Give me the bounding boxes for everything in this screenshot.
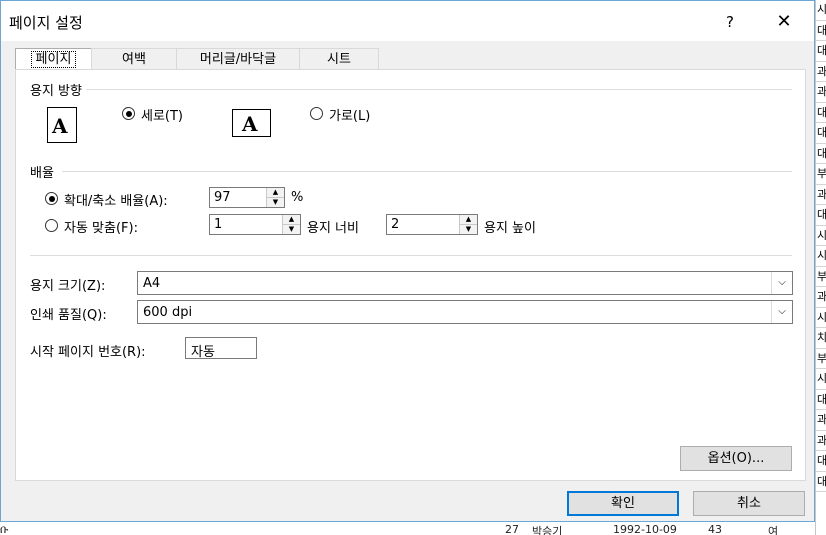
- sheet-cell: 대: [816, 41, 826, 62]
- print-quality-select[interactable]: 600 dpi ⌵: [137, 300, 793, 324]
- spinner-value: 97: [214, 190, 231, 205]
- first-page-number-input[interactable]: 자동: [185, 337, 257, 360]
- print-quality-label: 인쇄 품질(Q):: [30, 308, 107, 323]
- sheet-cell: 과: [816, 431, 826, 451]
- group-divider: [86, 89, 792, 90]
- spinner-value: 2: [391, 217, 400, 232]
- tab-label: 시트: [327, 52, 351, 67]
- tab-margins[interactable]: 여백: [91, 48, 177, 69]
- pages-tall-label: 용지 높이: [484, 221, 536, 236]
- spin-down-icon[interactable]: ▼: [283, 225, 300, 234]
- spin-up-icon[interactable]: ▲: [460, 215, 477, 225]
- adjust-to-label[interactable]: 확대/축소 배율(A):: [64, 190, 168, 209]
- dialog-title: 페이지 설정: [9, 14, 83, 32]
- fit-to-label[interactable]: 자동 맞춤(F):: [64, 217, 138, 236]
- sheet-cell: ቡ: [0, 523, 9, 535]
- adjust-to-radio[interactable]: [45, 192, 58, 205]
- sheet-cell: 시: [816, 308, 826, 328]
- portrait-page-icon: A: [47, 107, 77, 143]
- sheet-cell: 대: [816, 451, 826, 472]
- landscape-radio[interactable]: [310, 107, 323, 120]
- group-divider: [30, 255, 792, 256]
- spinner-value: 1: [214, 217, 223, 232]
- select-value: A4: [143, 276, 161, 291]
- sheet-cell: 과: [816, 185, 826, 205]
- orientation-group-label: 용지 방향: [30, 80, 86, 99]
- tab-label: 머리글/바닥글: [199, 52, 277, 67]
- sheet-cell: 대: [816, 103, 826, 123]
- portrait-label[interactable]: 세로(T): [141, 105, 183, 124]
- background-sheet-row: ቡ 27 박승기 1992-10-09 43 여: [0, 522, 815, 535]
- background-sheet-column: 시대대과과대대대부과대시시부과시치부시대과과대대: [815, 0, 826, 535]
- tab-sheet[interactable]: 시트: [299, 48, 379, 69]
- sheet-cell: 대: [816, 144, 826, 164]
- group-divider: [62, 171, 792, 172]
- sheet-cell: 시: [816, 0, 826, 21]
- sheet-cell: 부: [816, 164, 826, 185]
- spin-up-icon[interactable]: ▲: [267, 188, 284, 198]
- sheet-cell: 부: [816, 349, 826, 369]
- sheet-cell: 부: [816, 267, 826, 287]
- sheet-cell: 대: [816, 21, 826, 41]
- sheet-cell: 1992-10-09: [613, 523, 677, 535]
- sheet-cell: 과: [816, 82, 826, 103]
- page-tab-panel: 용지 방향 A 세로(T) A 가로(L) 배율 확대/축소 배율(A): 97…: [15, 69, 806, 481]
- landscape-label[interactable]: 가로(L): [329, 105, 370, 124]
- sheet-cell: 대: [816, 205, 826, 226]
- adjust-percent-spinner[interactable]: 97 ▲ ▼: [209, 187, 285, 208]
- options-button[interactable]: 옵션(O)...: [680, 446, 792, 471]
- sheet-cell: 시: [816, 246, 826, 267]
- cancel-button[interactable]: 취소: [693, 491, 805, 516]
- sheet-cell: 대: [816, 472, 826, 492]
- chevron-down-icon[interactable]: ⌵: [771, 301, 792, 323]
- tab-header-footer[interactable]: 머리글/바닥글: [176, 48, 300, 69]
- ok-button[interactable]: 확인: [567, 491, 679, 516]
- sheet-cell: 27: [505, 523, 519, 535]
- landscape-page-icon: A: [232, 109, 271, 137]
- sheet-cell: 과: [816, 287, 826, 308]
- sheet-cell: 치: [816, 328, 826, 349]
- icon-letter: A: [242, 112, 258, 136]
- close-button[interactable]: ✕: [761, 7, 807, 37]
- sheet-cell: 박승기: [532, 525, 563, 535]
- sheet-cell: 시: [816, 369, 826, 390]
- title-bar[interactable]: 페이지 설정 ? ✕: [1, 1, 814, 41]
- chevron-down-icon[interactable]: ⌵: [771, 272, 792, 294]
- spin-down-icon[interactable]: ▼: [460, 225, 477, 234]
- sheet-cell: 43: [708, 523, 722, 535]
- sheet-cell: 대: [816, 123, 826, 144]
- paper-size-select[interactable]: A4 ⌵: [137, 271, 793, 295]
- tab-label: 여백: [122, 52, 146, 67]
- input-value: 자동: [191, 345, 215, 360]
- sheet-cell: 과: [816, 410, 826, 431]
- fit-to-radio[interactable]: [45, 219, 58, 232]
- spin-up-icon[interactable]: ▲: [283, 215, 300, 225]
- scaling-group-label: 배율: [30, 162, 58, 181]
- sheet-cell: 과: [816, 62, 826, 82]
- first-page-number-label: 시작 페이지 번호(R):: [30, 345, 146, 360]
- tab-page[interactable]: 페이지: [15, 48, 92, 70]
- spin-down-icon[interactable]: ▼: [267, 198, 284, 207]
- portrait-radio[interactable]: [122, 107, 135, 120]
- paper-size-label: 용지 크기(Z):: [30, 279, 106, 294]
- percent-sign: %: [291, 190, 304, 205]
- select-value: 600 dpi: [143, 305, 193, 320]
- help-button[interactable]: ?: [707, 7, 753, 37]
- pages-wide-label: 용지 너비: [307, 221, 359, 236]
- sheet-cell: 대: [816, 390, 826, 410]
- pages-wide-spinner[interactable]: 1 ▲ ▼: [209, 214, 301, 235]
- sheet-cell: 여: [768, 525, 779, 535]
- tab-label: 페이지: [30, 51, 77, 68]
- sheet-cell: 시: [816, 226, 826, 246]
- icon-letter: A: [52, 114, 68, 138]
- page-setup-dialog: 페이지 설정 ? ✕ 페이지 여백 머리글/바닥글 시트 용지 방향 A 세로(…: [0, 0, 815, 522]
- pages-tall-spinner[interactable]: 2 ▲ ▼: [386, 214, 478, 235]
